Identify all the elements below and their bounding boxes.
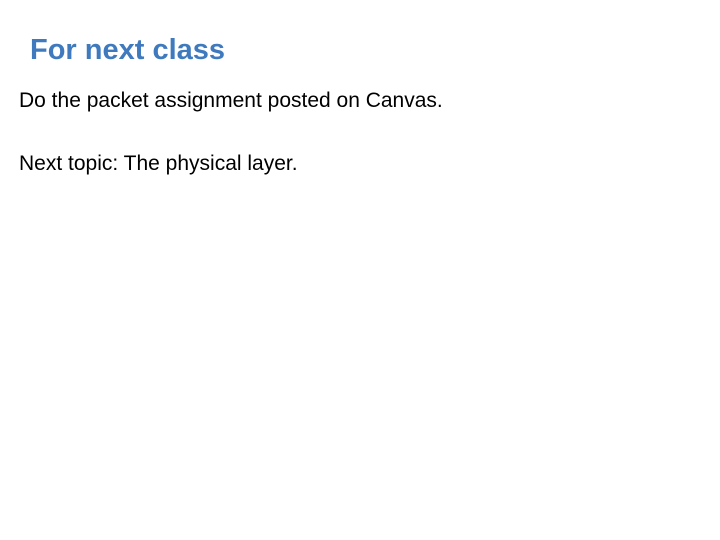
slide: For next class Do the packet assignment … bbox=[0, 0, 720, 540]
next-topic-text: Next topic: The physical layer. bbox=[19, 152, 298, 175]
slide-title: For next class bbox=[30, 34, 226, 66]
assignment-instruction: Do the packet assignment posted on Canva… bbox=[19, 89, 443, 112]
